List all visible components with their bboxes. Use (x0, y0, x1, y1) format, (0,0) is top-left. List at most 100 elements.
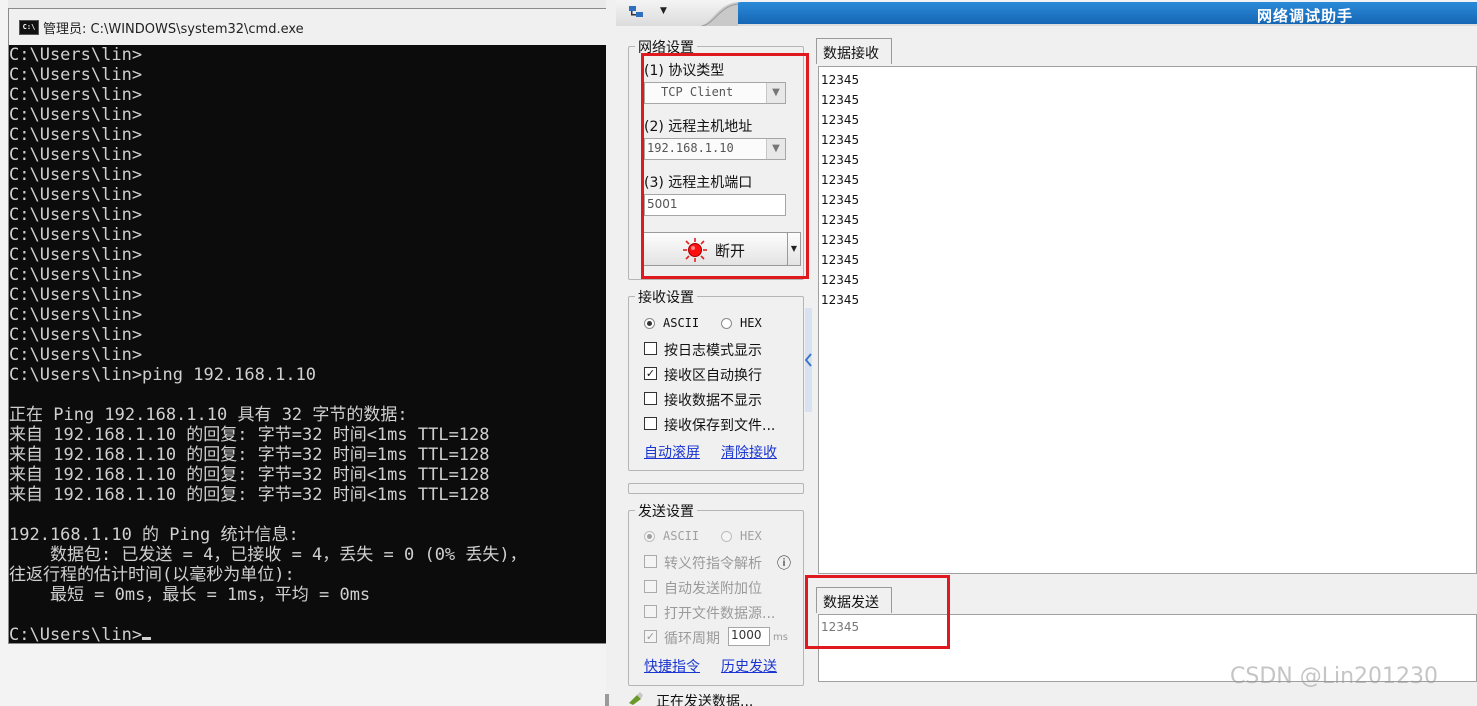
save-file-label: 接收保存到文件... (664, 418, 776, 434)
cmd-line: C:\Users\lin> (9, 45, 143, 65)
highlight-box-send-data (805, 575, 950, 649)
cmd-line: 来自 192.168.1.10 的回复: 字节=32 时间<1ms TTL=12… (9, 425, 490, 445)
cmd-line: C:\Users\lin> (9, 185, 143, 205)
cycle-unit: ms (773, 632, 788, 643)
net-assistant-window[interactable]: 网络调试助手 ▼ 网络设置 (1) 协议类型 TCP Client ▼ (2) … (616, 0, 1477, 706)
cmd-titlebar[interactable]: C:\ 管理员: C:\WINDOWS\system32\cmd.exe (9, 9, 613, 45)
cmd-line: C:\Users\lin> (9, 85, 143, 105)
scrollbar-thumb[interactable] (605, 694, 609, 706)
recv-line: 12345 (821, 173, 860, 187)
cmd-console-output[interactable]: C:\Users\lin> C:\Users\lin> C:\Users\lin… (9, 45, 613, 643)
cmd-line: C:\Users\lin> (9, 305, 143, 325)
auto-scroll-link[interactable]: 自动滚屏 (644, 442, 700, 462)
title-swoop-decoration (698, 2, 738, 26)
cmd-line: 来自 192.168.1.10 的回复: 字节=32 时间=1ms TTL=12… (9, 445, 490, 465)
cmd-line: C:\Users\lin> (9, 325, 143, 345)
log-mode-checkbox[interactable] (644, 342, 657, 355)
cmd-line: C:\Users\lin> (9, 245, 143, 265)
recv-settings-legend: 接收设置 (635, 287, 697, 307)
auto-wrap-checkbox[interactable]: ✓ (644, 367, 657, 380)
shortcut-link[interactable]: 快捷指令 (644, 656, 700, 676)
net-title: 网络调试助手 (1256, 7, 1353, 25)
recv-hex-radio[interactable] (721, 318, 732, 329)
escape-checkbox[interactable] (644, 555, 657, 568)
cmd-prompt-line[interactable]: C:\Users\lin> (9, 625, 613, 643)
send-ascii-radio[interactable] (644, 531, 655, 542)
open-file-checkbox[interactable] (644, 605, 657, 618)
system-menu-dropdown-icon[interactable]: ▼ (660, 6, 667, 16)
cmd-line: C:\Users\lin>ping 192.168.1.10 (9, 365, 317, 385)
cmd-window[interactable]: C:\ 管理员: C:\WINDOWS\system32\cmd.exe C:\… (8, 8, 614, 644)
recv-line: 12345 (821, 253, 860, 267)
cmd-line: 往返行程的估计时间(以毫秒为单位): (9, 565, 295, 585)
cmd-line: C:\Users\lin> (9, 145, 143, 165)
cycle-input[interactable]: 1000 (728, 627, 770, 646)
cmd-line: 来自 192.168.1.10 的回复: 字节=32 时间<1ms TTL=12… (9, 485, 490, 505)
cmd-title: 管理员: C:\WINDOWS\system32\cmd.exe (43, 22, 304, 37)
append-bit-label: 自动发送附加位 (664, 581, 762, 597)
recv-line: 12345 (821, 273, 860, 287)
cmd-line: 数据包: 已发送 = 4，已接收 = 4，丢失 = 0 (0% 丢失)， (9, 545, 527, 565)
cmd-line: C:\Users\lin> (9, 105, 143, 125)
recv-line: 12345 (821, 133, 860, 147)
status-message: 正在发送数据... (656, 694, 754, 706)
cmd-line: C:\Users\lin> (9, 285, 143, 305)
recv-line: 12345 (821, 193, 860, 207)
history-link[interactable]: 历史发送 (721, 656, 777, 676)
open-file-label: 打开文件数据源... (664, 606, 776, 622)
save-file-checkbox[interactable] (644, 417, 657, 430)
cmd-line: C:\Users\lin> (9, 345, 143, 365)
cmd-cursor (142, 637, 152, 640)
escape-label: 转义符指令解析 (664, 556, 762, 572)
cmd-line: C:\Users\lin> (9, 225, 143, 245)
net-title-banner: 网络调试助手 (730, 2, 1477, 25)
cmd-line: C:\Users\lin> (9, 265, 143, 285)
recv-hex-label: HEX (740, 316, 762, 330)
cmd-line: 最短 = 0ms，最长 = 1ms，平均 = 0ms (9, 585, 371, 605)
tab-data-receive[interactable]: 数据接收 (816, 38, 892, 64)
tab-data-receive-label: 数据接收 (823, 46, 879, 62)
auto-wrap-label: 接收区自动换行 (664, 368, 762, 384)
hide-data-label: 接收数据不显示 (664, 393, 762, 409)
cycle-label: 循环周期 (664, 631, 720, 647)
send-settings-legend: 发送设置 (635, 501, 697, 521)
append-bit-checkbox[interactable] (644, 580, 657, 593)
cycle-value: 1000 (731, 628, 762, 642)
receive-data-area[interactable]: 12345 12345 12345 12345 12345 12345 1234… (818, 66, 1477, 574)
highlight-box-net-settings (641, 53, 809, 279)
cmd-line: C:\Users\lin> (9, 165, 143, 185)
recv-line: 12345 (821, 73, 860, 87)
panel-splitter-handle[interactable] (805, 308, 812, 412)
cmd-line (9, 605, 613, 625)
recv-line: 12345 (821, 293, 860, 307)
hide-data-checkbox[interactable] (644, 392, 657, 405)
cmd-line (9, 505, 613, 525)
divider-group (628, 483, 804, 494)
recv-line: 12345 (821, 113, 860, 127)
recv-line: 12345 (821, 213, 860, 227)
net-titlebar[interactable]: 网络调试助手 ▼ (616, 0, 1477, 26)
cmd-line: 192.168.1.10 的 Ping 统计信息: (9, 525, 299, 545)
cmd-line: C:\Users\lin> (9, 65, 143, 85)
cmd-icon: C:\ (19, 20, 39, 35)
log-mode-label: 按日志模式显示 (664, 343, 762, 359)
send-hex-label: HEX (740, 529, 762, 543)
cmd-line: C:\Users\lin> (9, 205, 143, 225)
sending-status-icon (629, 692, 643, 705)
send-ascii-label: ASCII (663, 529, 700, 543)
cmd-line: 来自 192.168.1.10 的回复: 字节=32 时间<1ms TTL=12… (9, 465, 490, 485)
recv-ascii-radio[interactable] (644, 318, 655, 329)
cmd-line (9, 385, 613, 405)
info-icon[interactable]: ⓘ (777, 553, 791, 573)
cmd-line: C:\Users\lin> (9, 125, 143, 145)
recv-line: 12345 (821, 153, 860, 167)
network-app-icon[interactable] (628, 5, 644, 19)
cmd-line: 正在 Ping 192.168.1.10 具有 32 字节的数据: (9, 405, 408, 425)
background-strip (0, 0, 8, 706)
send-hex-radio[interactable] (721, 531, 732, 542)
cycle-checkbox[interactable]: ✓ (644, 630, 657, 643)
recv-ascii-label: ASCII (663, 316, 700, 330)
desktop-background (8, 644, 606, 706)
watermark: CSDN @Lin201230 (1230, 664, 1439, 689)
clear-recv-link[interactable]: 清除接收 (721, 442, 777, 462)
